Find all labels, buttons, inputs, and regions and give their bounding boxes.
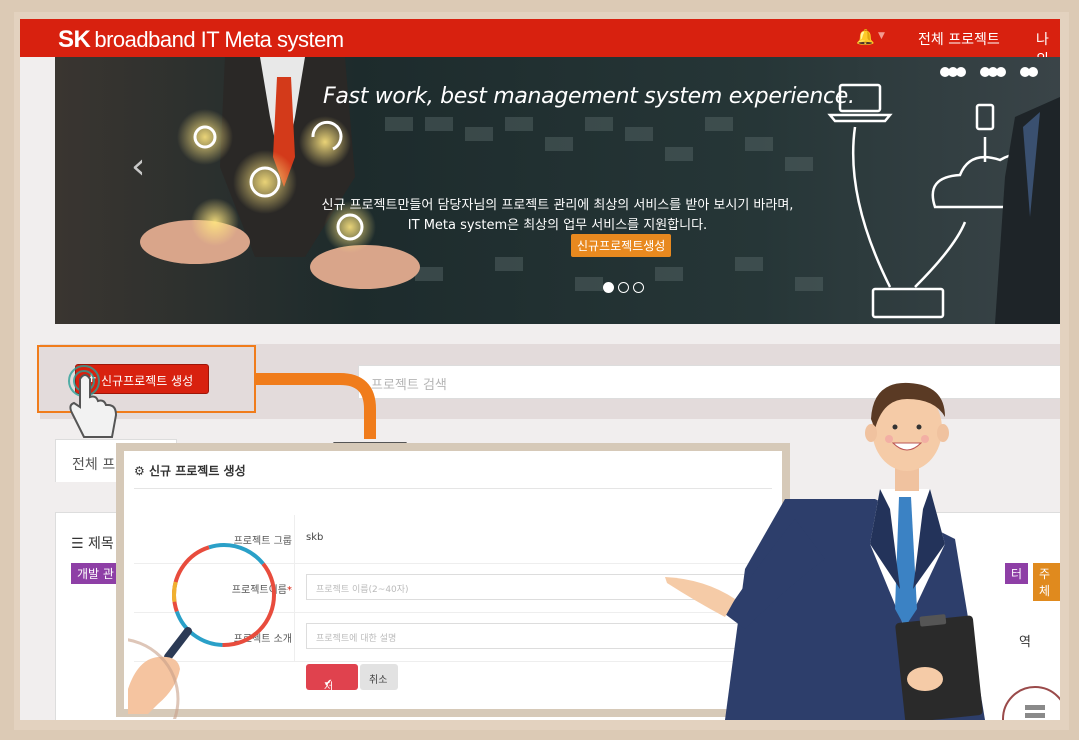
row-divider <box>294 564 295 612</box>
project-name-placeholder: 프로젝트 이름(2~40자) <box>316 585 409 595</box>
magnifier-icon <box>128 543 276 719</box>
row-divider <box>294 515 295 563</box>
row-divider <box>294 613 295 661</box>
cancel-button-label: 취소 <box>369 675 388 686</box>
modal-title: ⚙ 신규 프로젝트 생성 <box>134 462 246 479</box>
businessman-illustration <box>665 382 1060 720</box>
save-button-label: 저장 <box>324 682 334 708</box>
project-group-value: skb <box>306 532 324 543</box>
project-intro-placeholder: 프로젝트에 대한 설명 <box>316 634 397 644</box>
gear-icon: ⚙ <box>134 464 145 478</box>
cancel-button[interactable]: 취소 <box>360 664 398 690</box>
save-button[interactable]: ✔ 저장 <box>306 664 358 708</box>
modal-title-text: 신규 프로젝트 생성 <box>148 464 246 478</box>
app-page: SK broadband IT Meta system 🔔 ▼ 전체 프로젝트 나… <box>20 19 1060 720</box>
